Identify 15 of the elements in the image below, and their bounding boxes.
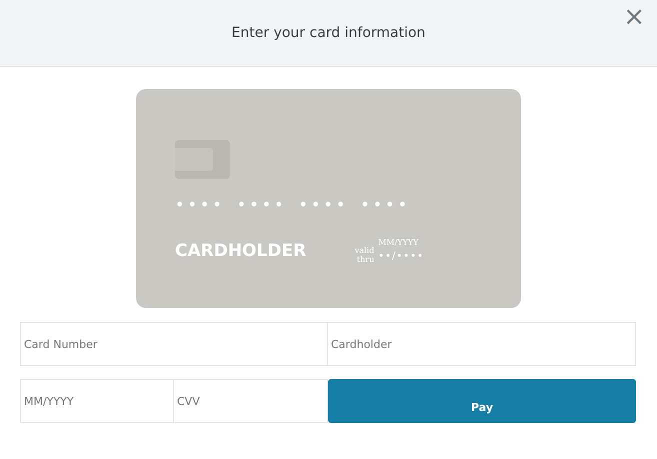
masked-number-group: ••••: [360, 193, 410, 217]
pay-button[interactable]: Pay: [328, 379, 636, 423]
expiry-label: valid thru: [354, 246, 374, 264]
card-number-field[interactable]: Card Number: [20, 322, 328, 366]
masked-expiry: ••/••••: [378, 250, 424, 264]
expiry-format: MM/YYYY: [378, 237, 420, 249]
masked-number-group: ••••: [236, 193, 286, 217]
masked-number-group: ••••: [175, 193, 225, 217]
cardholder-text: CARDHOLDER: [175, 240, 306, 262]
cvv-field[interactable]: CVV: [174, 379, 328, 423]
cardholder-field[interactable]: Cardholder: [328, 322, 636, 366]
close-button[interactable]: ×: [623, 4, 645, 30]
masked-number-group: ••••: [298, 193, 348, 217]
expiry-field[interactable]: MM/YYYY: [20, 379, 174, 423]
dialog-title: Enter your card information: [232, 24, 426, 42]
